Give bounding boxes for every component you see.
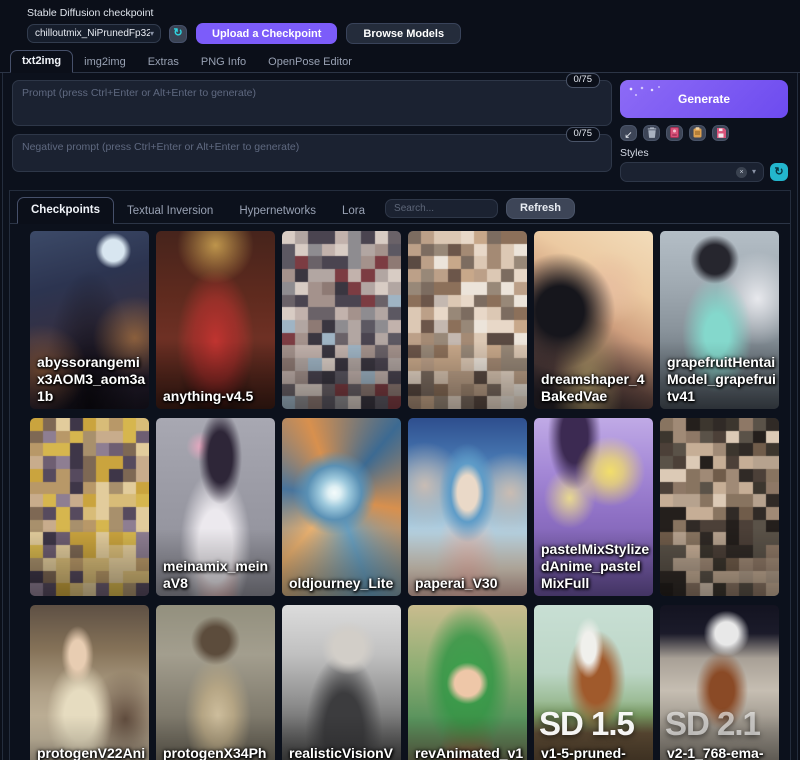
trash-icon [647, 126, 657, 141]
card-icon [670, 126, 679, 141]
model-card-protogenx34photorealism-1[interactable]: protogenX34Photorealism_1 [156, 605, 275, 760]
model-card-revanimated-v11[interactable]: revAnimated_v11 [408, 605, 527, 760]
tab-checkpoints[interactable]: Checkpoints [17, 197, 114, 224]
prompt-input[interactable] [12, 80, 612, 126]
model-card-name: abyssorangemix3AOM3_aom3a1b [37, 354, 146, 405]
model-card-name: grapefruitHentaiModel_grapefruitv41 [667, 354, 776, 405]
model-card-protogenv22anime-22[interactable]: protogenV22Anime_22 [30, 605, 149, 760]
generate-button[interactable]: Generate [620, 80, 788, 118]
model-card-anything-v4-5[interactable]: anything-v4.5 [156, 231, 275, 409]
refresh-icon: ↻ [774, 167, 783, 178]
extra-networks-button[interactable] [666, 125, 683, 141]
clipboard-icon [693, 126, 702, 141]
model-card-name: paperai_V30 [415, 575, 524, 592]
txt2img-panel: 0/75 0/75 Generate ↙ Styles × ▾ ↻ [2, 73, 798, 760]
negative-prompt-container: 0/75 [12, 134, 612, 172]
model-card-pastelmixstylizedanime-pastelmixfull[interactable]: pastelMixStylizedAnime_pastelMixFull [534, 418, 653, 596]
main-tabs: txt2imgimg2imgExtrasPNG InfoOpenPose Edi… [0, 50, 800, 73]
styles-label: Styles [620, 147, 788, 159]
tab-openpose-editor[interactable]: OpenPose Editor [257, 52, 363, 73]
clear-prompt-button[interactable] [643, 125, 660, 141]
model-card-name: v1-5-pruned-emaonly [541, 745, 650, 760]
model-card-name: meinamix_meinaV8 [163, 558, 272, 592]
model-card-realisticvisionv13-v13[interactable]: realisticVisionV13_v13 [282, 605, 401, 760]
upload-checkpoint-button[interactable]: Upload a Checkpoint [196, 23, 337, 44]
tab-txt2img[interactable]: txt2img [10, 50, 73, 73]
model-card-paperai-v30[interactable]: paperai_V30 [408, 418, 527, 596]
model-card-grid: abyssorangemix3AOM3_aom3a1b anything-v4.5… [10, 224, 790, 760]
model-card-grapefruithentaimodel-grapefruitv41[interactable]: grapefruitHentaiModel_grapefruitv41 [660, 231, 779, 409]
tab-png-info[interactable]: PNG Info [190, 52, 257, 73]
tab-img2img[interactable]: img2img [73, 52, 137, 73]
model-card-censored-6[interactable] [30, 418, 149, 596]
model-card-name: protogenV22Anime_22 [37, 745, 146, 760]
model-card-v1-5-pruned-emaonly[interactable]: SD 1.5 v1-5-pruned-emaonly [534, 605, 653, 760]
tab-lora[interactable]: Lora [329, 199, 378, 224]
model-card-oldjourney-lite[interactable]: oldjourney_Lite [282, 418, 401, 596]
prompt-token-counter: 0/75 [566, 73, 601, 88]
model-card-name: pastelMixStylizedAnime_pastelMixFull [541, 541, 650, 592]
apply-styles-button[interactable] [689, 125, 706, 141]
negative-prompt-token-counter: 0/75 [566, 127, 601, 142]
model-card-name: oldjourney_Lite [289, 575, 398, 592]
preview-overlay-text: SD 1.5 [539, 705, 634, 743]
checkpoint-select[interactable]: chilloutmix_NiPrunedFp32Fix.safeter ▾ [27, 24, 161, 43]
model-card-name: realisticVisionV13_v13 [289, 745, 398, 760]
pixelated-preview [660, 418, 779, 596]
model-card-name: revAnimated_v11 [415, 745, 524, 760]
pixelated-preview [30, 418, 149, 596]
read-generation-params-button[interactable]: ↙ [620, 125, 637, 141]
tab-textual-inversion[interactable]: Textual Inversion [114, 199, 226, 224]
refresh-icon: ↻ [173, 28, 182, 39]
model-card-censored-3[interactable] [408, 231, 527, 409]
prompt-tools: ↙ [620, 125, 788, 141]
pixelated-preview [408, 231, 527, 409]
prompt-container: 0/75 [12, 80, 612, 126]
model-card-censored-11[interactable] [660, 418, 779, 596]
checkpoint-header: Stable Diffusion checkpoint chilloutmix_… [0, 0, 800, 44]
model-card-abyssorangemix3aom3-aom3a1b[interactable]: abyssorangemix3AOM3_aom3a1b [30, 231, 149, 409]
model-card-dreamshaper-4bakedvae[interactable]: dreamshaper_4BakedVae [534, 231, 653, 409]
tab-extras[interactable]: Extras [137, 52, 190, 73]
checkpoint-value: chilloutmix_NiPrunedFp32Fix.safeter [35, 28, 150, 39]
model-card-meinamix-meinav8[interactable]: meinamix_meinaV8 [156, 418, 275, 596]
network-tabs: CheckpointsTextual InversionHypernetwork… [17, 197, 378, 223]
tab-hypernetworks[interactable]: Hypernetworks [226, 199, 329, 224]
arrow-down-left-icon: ↙ [624, 126, 632, 141]
chevron-down-icon: ▾ [752, 168, 756, 176]
search-input[interactable] [385, 199, 498, 218]
clear-styles-icon[interactable]: × [736, 167, 747, 178]
model-card-name: dreamshaper_4BakedVae [541, 371, 650, 405]
model-card-name: protogenX34Photorealism_1 [163, 745, 272, 760]
refresh-checkpoints-button[interactable]: ↻ [169, 25, 187, 43]
model-card-censored-2[interactable] [282, 231, 401, 409]
refresh-styles-button[interactable]: ↻ [770, 163, 788, 181]
chevron-down-icon: ▾ [150, 30, 154, 38]
refresh-button[interactable]: Refresh [506, 198, 575, 219]
checkpoint-label: Stable Diffusion checkpoint [27, 7, 800, 19]
negative-prompt-input[interactable] [12, 134, 612, 172]
model-card-v2-1-768-ema-pruned[interactable]: SD 2.1 v2-1_768-ema-pruned [660, 605, 779, 760]
model-card-name: v2-1_768-ema-pruned [667, 745, 776, 760]
pixelated-preview [282, 231, 401, 409]
model-card-name: anything-v4.5 [163, 388, 272, 405]
preview-overlay-text: SD 2.1 [665, 705, 760, 743]
browse-models-button[interactable]: Browse Models [346, 23, 461, 44]
floppy-icon [716, 126, 726, 141]
save-style-button[interactable] [712, 125, 729, 141]
styles-select[interactable]: × ▾ [620, 162, 764, 182]
extra-networks-panel: CheckpointsTextual InversionHypernetwork… [9, 190, 791, 760]
